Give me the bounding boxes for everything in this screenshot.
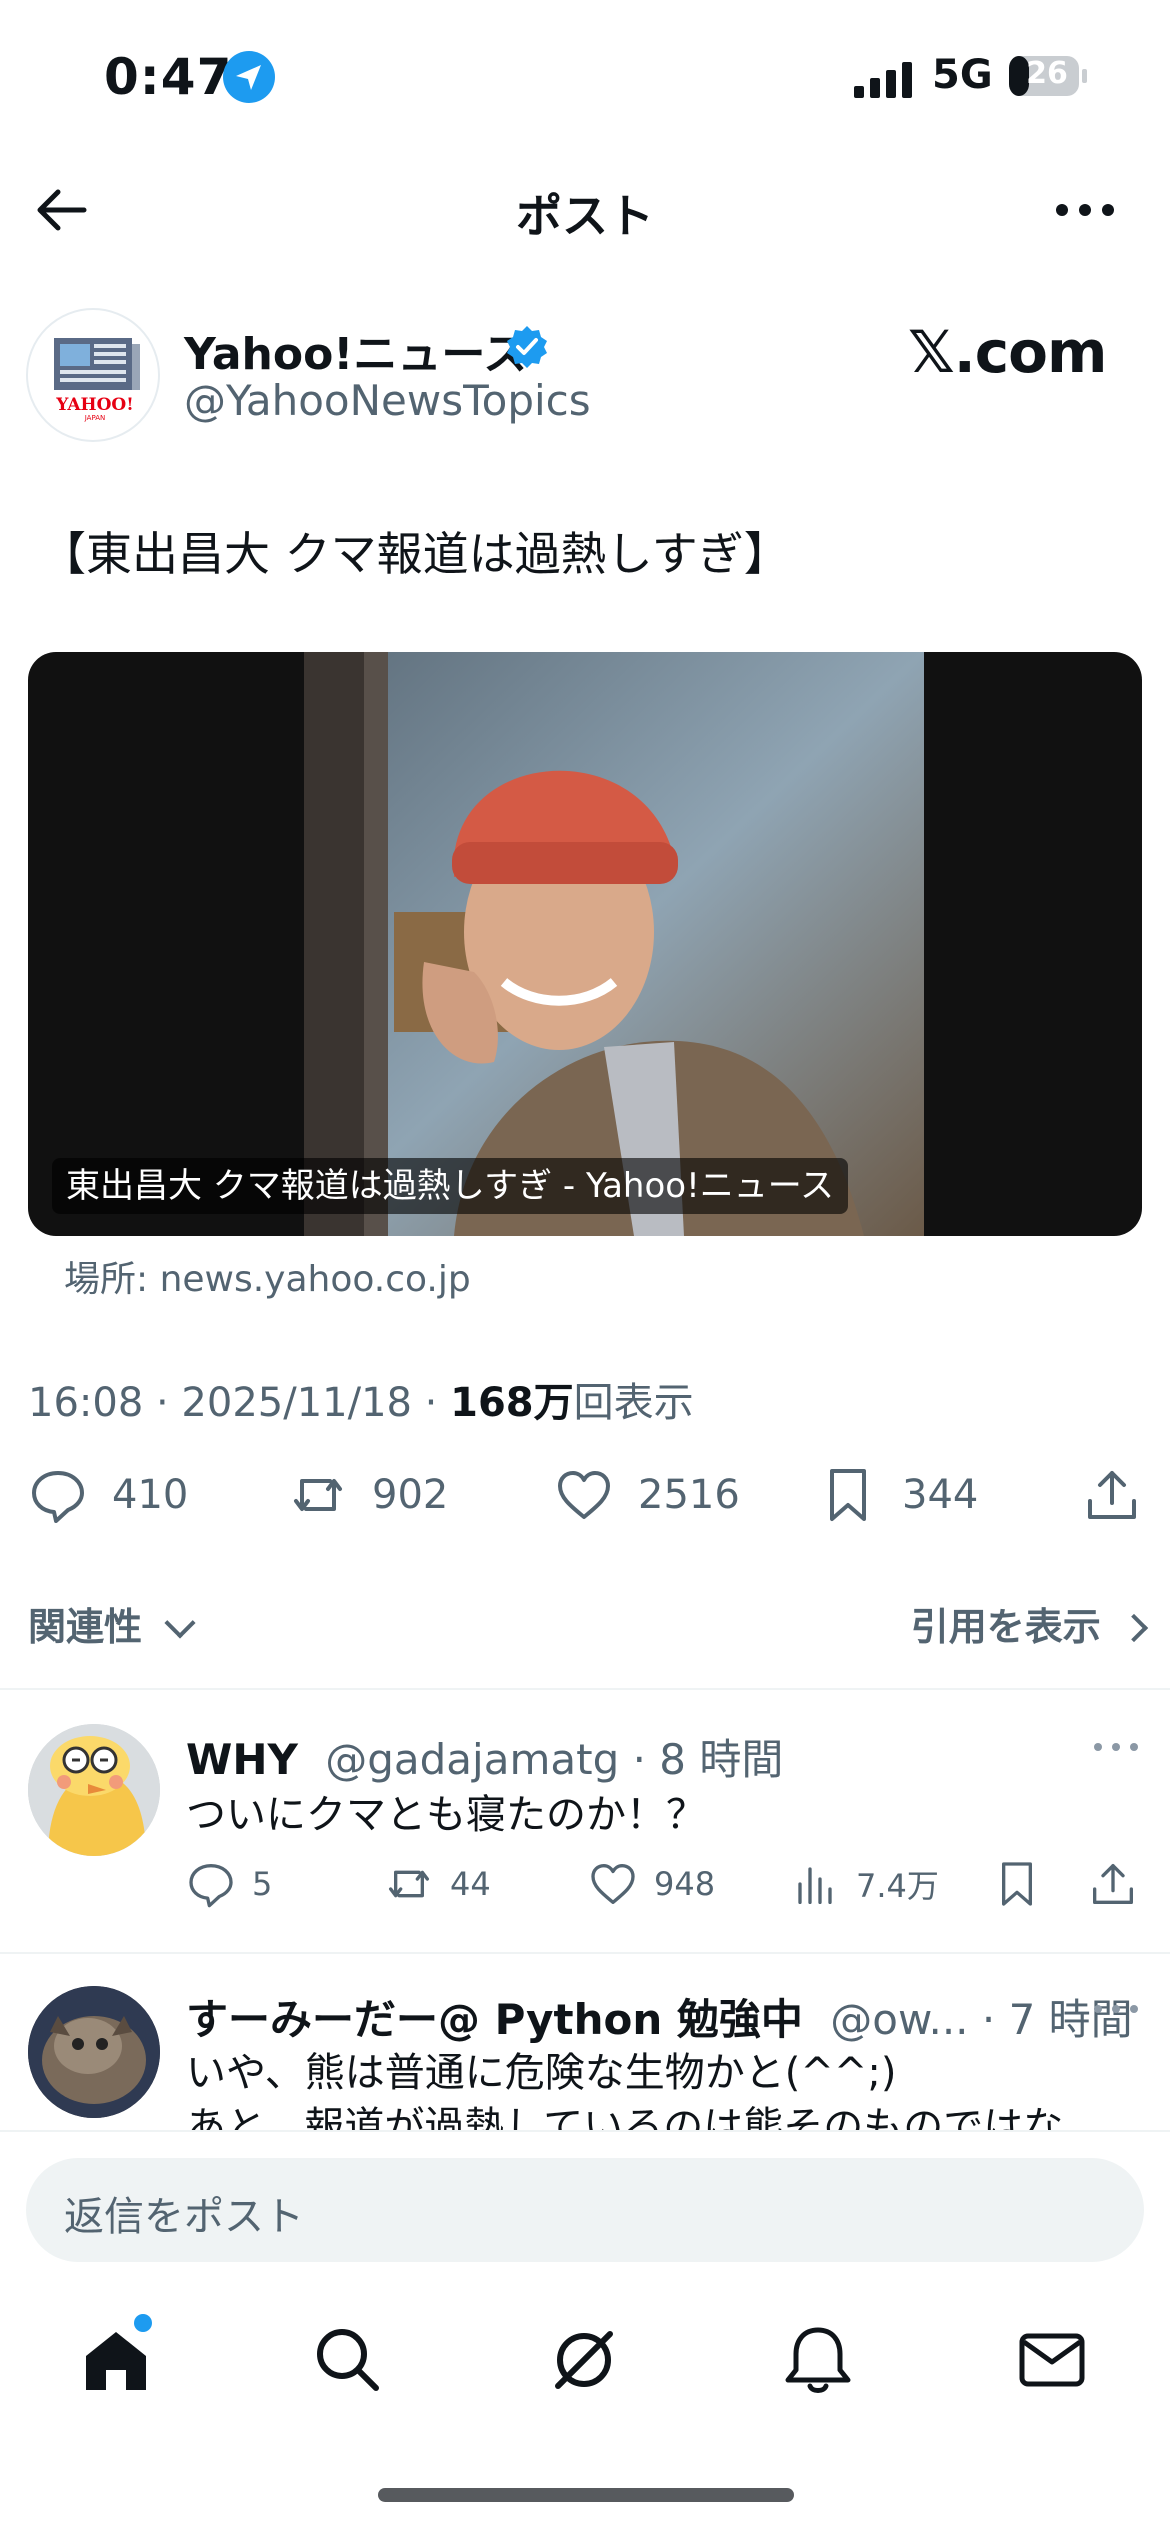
reply-author-name[interactable]: すーみーだー@ Python 勉強中: [186, 1995, 803, 2044]
reply-icon: [32, 1471, 84, 1523]
home-icon[interactable]: [76, 2320, 156, 2400]
reply-views-button[interactable]: 7.4万: [790, 1856, 939, 1912]
bookmark-count: 344: [902, 1472, 979, 1518]
reply-author-name[interactable]: WHY: [186, 1735, 298, 1784]
chevron-right-icon: [1119, 1613, 1149, 1643]
repost-count: 902: [372, 1472, 449, 1518]
reply-text: ついにクマとも寝たのか！？: [186, 1792, 706, 1838]
verified-badge-icon: [507, 326, 547, 368]
view-count: 168万: [450, 1380, 574, 1426]
reply-like-count: 948: [654, 1865, 716, 1903]
x-com-logo: 𝕏.com: [908, 318, 1107, 386]
reply-input-placeholder: 返信をポスト: [64, 2194, 304, 2240]
reply-count: 410: [112, 1472, 189, 1518]
heart-icon: [558, 1471, 610, 1519]
author-avatar[interactable]: YAHOO! JAPAN: [26, 308, 160, 442]
reply-author-handle[interactable]: @ow...: [830, 1995, 968, 2044]
repost-button[interactable]: 902: [288, 1460, 448, 1530]
reply-header: WHY @gadajamatg · 8 時間: [186, 1726, 783, 1787]
cellular-signal-icon: [854, 62, 912, 98]
like-count: 2516: [638, 1472, 740, 1518]
reply-view-count: 7.4万: [856, 1867, 939, 1905]
reply-repost-button[interactable]: 44: [384, 1856, 491, 1912]
reply-more-icon[interactable]: [1088, 1732, 1148, 1762]
reply-button[interactable]: 410: [28, 1460, 188, 1530]
notification-dot: [134, 2314, 152, 2332]
page-title: ポスト: [516, 189, 654, 243]
view-quotes-link[interactable]: 引用を表示: [910, 1596, 1149, 1651]
cartoon-avatar-icon: [28, 1724, 160, 1856]
reply-icon: [189, 1864, 233, 1908]
reply-time: · 8 時間: [632, 1735, 784, 1784]
link-card-media[interactable]: 東出昌大 クマ報道は過熱しすぎ - Yahoo!ニュース: [28, 652, 1142, 1236]
bottom-navigation: [0, 2290, 1170, 2470]
like-button[interactable]: 2516: [554, 1460, 740, 1530]
messages-envelope-icon[interactable]: [1012, 2320, 1092, 2400]
share-icon: [1093, 1864, 1133, 1904]
share-icon: [1088, 1471, 1136, 1519]
reply-input[interactable]: 返信をポスト: [26, 2158, 1144, 2262]
location-arrow-icon: [223, 51, 275, 103]
views-chart-icon: [798, 1867, 832, 1904]
author-handle[interactable]: @YahooNewsTopics: [184, 376, 591, 425]
reply-text: いや、熊は普通に危険な生物かと(^^;): [186, 2050, 897, 2096]
news-photo: [304, 652, 924, 1236]
reply-composer-bar: 返信をポスト: [0, 2130, 1170, 2290]
post-actions: 410 902 2516 344: [0, 1460, 1170, 1530]
media-caption: 東出昌大 クマ報道は過熱しすぎ - Yahoo!ニュース: [52, 1158, 849, 1214]
status-time: 0:47: [104, 48, 233, 106]
heart-icon: [591, 1864, 635, 1904]
reply-avatar[interactable]: [28, 1986, 160, 2118]
search-icon[interactable]: [308, 2320, 388, 2400]
author-name[interactable]: Yahoo!ニュース: [184, 318, 527, 382]
svg-text:YAHOO!: YAHOO!: [55, 395, 133, 415]
reply-share-button[interactable]: [1088, 1856, 1138, 1912]
view-quotes-label: 引用を表示: [910, 1605, 1101, 1649]
reply-reply-button[interactable]: 5: [186, 1856, 272, 1912]
status-bar: 0:47 5G 26: [0, 0, 1170, 150]
bookmark-icon: [1002, 1862, 1032, 1906]
reply-author-handle[interactable]: @gadajamatg: [325, 1735, 619, 1784]
reply-reply-count: 5: [252, 1865, 273, 1903]
bookmark-icon: [830, 1469, 866, 1521]
network-type: 5G: [932, 52, 993, 98]
grok-icon[interactable]: [544, 2320, 624, 2400]
reply-more-icon[interactable]: [1088, 1994, 1148, 2024]
repost-icon: [294, 1479, 342, 1511]
sort-relevance-dropdown[interactable]: 関連性: [28, 1596, 196, 1651]
media-source-domain[interactable]: 場所: news.yahoo.co.jp: [64, 1250, 471, 1302]
share-button[interactable]: [1082, 1460, 1142, 1530]
notifications-bell-icon[interactable]: [778, 2320, 858, 2400]
more-options-icon[interactable]: [1050, 180, 1120, 240]
reply-bookmark-button[interactable]: [992, 1856, 1042, 1912]
reply-avatar[interactable]: [28, 1724, 160, 1856]
sort-label: 関連性: [28, 1605, 143, 1649]
reply-like-button[interactable]: 948: [588, 1856, 715, 1912]
post-timestamp: 16:08 · 2025/11/18 ·: [28, 1380, 451, 1426]
svg-text:JAPAN: JAPAN: [84, 414, 106, 422]
battery-level: 26: [1026, 56, 1068, 91]
news-logo-icon: YAHOO! JAPAN: [54, 338, 140, 422]
home-indicator: [378, 2488, 794, 2502]
reply-header: すーみーだー@ Python 勉強中 @ow... · 7 時間: [186, 1986, 1133, 2047]
divider: [0, 1952, 1170, 1954]
cat-photo-avatar: [28, 1986, 160, 2118]
repost-icon: [389, 1870, 429, 1898]
view-count-suffix: 回表示: [573, 1380, 694, 1426]
bookmark-button[interactable]: 344: [818, 1460, 978, 1530]
top-header: ポスト: [0, 150, 1170, 270]
chevron-down-icon: [164, 1607, 196, 1639]
post-text: 【東出昌大 クマ報道は過熱しすぎ】: [40, 527, 790, 581]
post-meta: 16:08 · 2025/11/18 · 168万回表示: [28, 1370, 694, 1428]
divider: [0, 1688, 1170, 1690]
reply-repost-count: 44: [450, 1865, 491, 1903]
